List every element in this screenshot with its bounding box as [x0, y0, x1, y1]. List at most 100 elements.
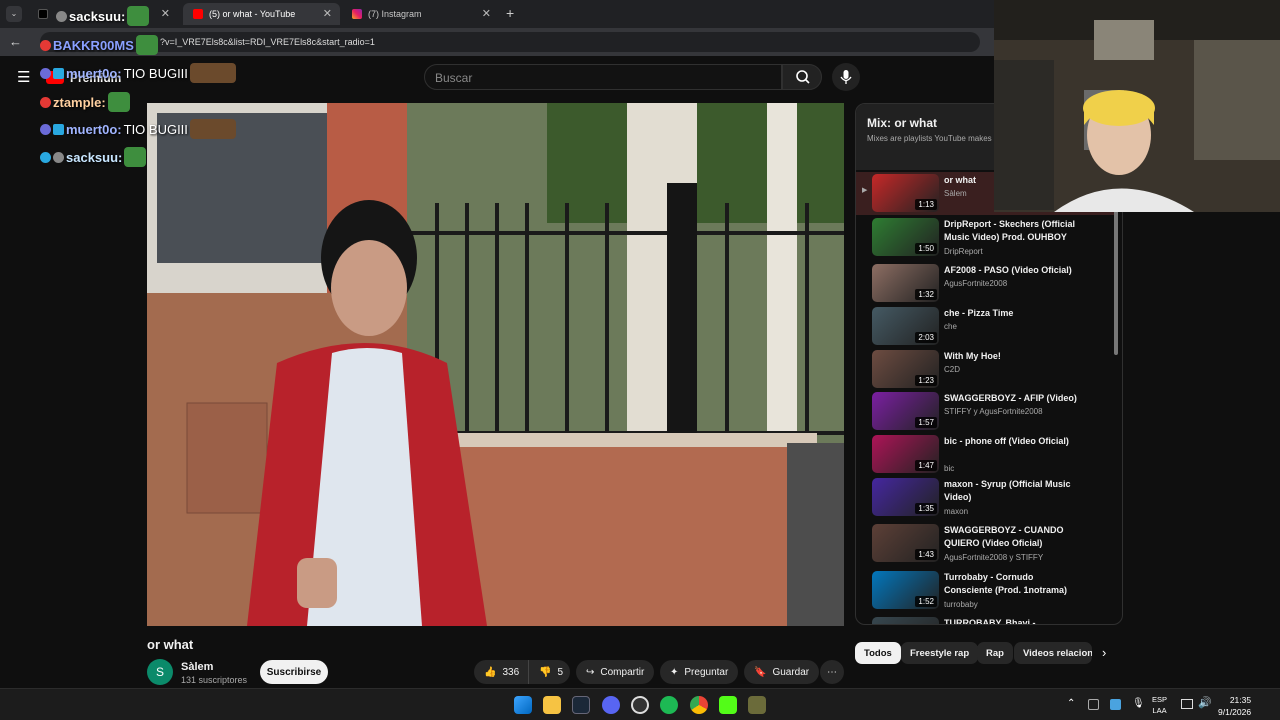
- chat-user: ztample:: [53, 94, 106, 110]
- playlist-thumbnail[interactable]: 1:23: [872, 350, 939, 388]
- spotify-icon[interactable]: [660, 696, 678, 714]
- close-tab-icon[interactable]: ✕: [482, 7, 491, 20]
- playlist-item-title[interactable]: SWAGGERBOYZ - CUANDO QUIERO (Video Ofici…: [944, 524, 1084, 550]
- search-input[interactable]: Buscar: [424, 64, 782, 90]
- playlist-item-channel: turrobaby: [944, 600, 978, 609]
- save-button[interactable]: 🔖 Guardar: [744, 660, 820, 684]
- chip-rap[interactable]: Rap: [977, 642, 1013, 664]
- playlist-item[interactable]: 1:57 SWAGGERBOYZ - AFIP (Video) STIFFY y A…: [856, 390, 1118, 433]
- playlist-item-title[interactable]: DripReport - Skechers (Official Music Vi…: [944, 218, 1084, 244]
- kick-icon[interactable]: [719, 696, 737, 714]
- tab-label: (5) or what - YouTube: [209, 9, 296, 19]
- playlist-item[interactable]: 1:52 Turrobaby - Cornudo Consciente (Prod…: [856, 569, 1118, 612]
- tab-instagram[interactable]: (7) Instagram ✕: [342, 3, 499, 25]
- playlist-item[interactable]: 1:50 DripReport - Skechers (Official Musi…: [856, 216, 1118, 259]
- share-icon: ↪: [586, 666, 595, 678]
- ask-label: Preguntar: [684, 666, 729, 678]
- chrome-icon[interactable]: [690, 696, 708, 714]
- playlist-item-title[interactable]: che - Pizza Time: [944, 307, 1084, 320]
- x-icon: [38, 9, 48, 19]
- app-icon[interactable]: [748, 696, 766, 714]
- close-tab-icon[interactable]: ✕: [323, 7, 332, 20]
- playlist-item-title[interactable]: AF2008 - PASO (Video Oficial): [944, 264, 1084, 277]
- playlist-item[interactable]: 1:32 AF2008 - PASO (Video Oficial) AgusFor…: [856, 262, 1118, 305]
- playlist-thumbnail[interactable]: 1:35: [872, 478, 939, 516]
- playlist-item[interactable]: 1:43 SWAGGERBOYZ - CUANDO QUIERO (Video O…: [856, 522, 1118, 565]
- badge-icon: [56, 10, 67, 22]
- playlist-thumbnail[interactable]: 1:52: [872, 571, 939, 609]
- video-player[interactable]: [147, 103, 844, 626]
- playlist-item-title[interactable]: Turrobaby - Cornudo Consciente (Prod. 1n…: [944, 571, 1084, 597]
- playlist-item-channel: DripReport: [944, 247, 983, 256]
- playlist-thumbnail[interactable]: 1:43: [872, 524, 939, 562]
- search-button[interactable]: [782, 64, 822, 90]
- subscribe-button[interactable]: Suscribirse: [260, 660, 328, 684]
- chip-todos[interactable]: Todos: [855, 642, 901, 664]
- url-text: ?v=I_VRE7Els8c&list=RDI_VRE7Els8c&start_…: [160, 37, 375, 47]
- playlist-item-title[interactable]: TURROBABY, Bhavi -: [944, 617, 1084, 624]
- playlist-thumbnail[interactable]: 1:50: [872, 218, 939, 256]
- playlist-item-channel: C2D: [944, 365, 961, 374]
- dislike-count: 5: [557, 666, 564, 678]
- playlist-thumbnail[interactable]: [872, 617, 939, 624]
- badge-icon: [40, 151, 51, 163]
- menu-icon[interactable]: ☰: [17, 68, 30, 86]
- file-explorer-icon[interactable]: [543, 696, 561, 714]
- chat-user: sacksuu:: [66, 149, 123, 165]
- playlist-item[interactable]: 1:23 With My Hoe! C2D: [856, 348, 1118, 391]
- tray-network-icon[interactable]: [1110, 699, 1121, 710]
- playlist-thumbnail[interactable]: 1:13: [872, 174, 939, 212]
- steam-icon[interactable]: [572, 696, 590, 714]
- chevron-right-icon[interactable]: ›: [1102, 645, 1106, 660]
- system-clock[interactable]: 21:35 9/1/2026: [1218, 694, 1251, 718]
- playlist-item-title[interactable]: With My Hoe!: [944, 350, 1084, 363]
- like-button[interactable]: 👍 336: [474, 660, 528, 684]
- url-field[interactable]: ?v=I_VRE7Els8c&list=RDI_VRE7Els8c&start_…: [40, 32, 980, 52]
- chat-message: BAKKR00MS: [40, 35, 158, 55]
- playlist-item[interactable]: 1:35 maxon - Syrup (Official Music Video)…: [856, 476, 1118, 519]
- share-button[interactable]: ↪ Compartir: [576, 660, 655, 684]
- channel-avatar[interactable]: S: [147, 659, 173, 685]
- new-tab-button[interactable]: +: [506, 5, 514, 21]
- discord-icon[interactable]: [602, 696, 620, 714]
- voice-search-button[interactable]: [832, 63, 860, 91]
- playlist-item-title[interactable]: maxon - Syrup (Official Music Video): [944, 478, 1084, 504]
- obs-icon[interactable]: [631, 696, 649, 714]
- chip-freestyle-rap[interactable]: Freestyle rap: [901, 642, 979, 664]
- playlist-item[interactable]: TURROBABY, Bhavi -: [856, 615, 1118, 624]
- chat-message: sacksuu:: [40, 147, 147, 167]
- playlist-item-title[interactable]: SWAGGERBOYZ - AFIP (Video): [944, 392, 1084, 405]
- volume-icon[interactable]: 🔊: [1198, 696, 1212, 709]
- youtube-icon: [193, 9, 203, 19]
- chat-message: muert0o: TIO BUGIII: [40, 119, 236, 139]
- dislike-button[interactable]: 👎 5: [528, 660, 570, 684]
- playlist-thumbnail[interactable]: 1:47: [872, 435, 939, 473]
- ask-button[interactable]: ✦ Preguntar: [660, 660, 739, 684]
- playlist-thumbnail[interactable]: 1:57: [872, 392, 939, 430]
- tab-search-chevron-icon[interactable]: ⌄: [6, 6, 22, 22]
- more-actions-button[interactable]: ⋯: [820, 660, 844, 684]
- search-icon: [796, 70, 810, 84]
- playlist-item[interactable]: 2:03 che - Pizza Time che: [856, 305, 1118, 348]
- playlist-thumbnail[interactable]: 2:03: [872, 307, 939, 345]
- badge-icon: [40, 123, 51, 135]
- save-label: Guardar: [772, 666, 810, 678]
- more-icon: ⋯: [827, 666, 837, 678]
- playlist-item-title[interactable]: bic - phone off (Video Oficial): [944, 435, 1084, 448]
- tray-mic-icon[interactable]: 🎙: [1132, 698, 1145, 709]
- playlist-item-channel: maxon: [944, 507, 969, 516]
- playlist-thumbnail[interactable]: 1:32: [872, 264, 939, 302]
- tab-youtube[interactable]: (5) or what - YouTube ✕: [183, 3, 340, 25]
- language-indicator[interactable]: ESP LAA: [1152, 694, 1167, 716]
- tray-apps-icon[interactable]: [1088, 699, 1099, 710]
- playlist-item[interactable]: 1:47 bic - phone off (Video Oficial) bic: [856, 433, 1118, 476]
- windows-start-icon[interactable]: [514, 696, 532, 714]
- playlist-scrollbar[interactable]: [1114, 210, 1118, 355]
- channel-name[interactable]: Sàlem: [181, 661, 213, 673]
- display-icon[interactable]: [1181, 699, 1193, 709]
- chip-videos-relacionados[interactable]: Videos relacion: [1014, 642, 1092, 664]
- webcam-frame: [994, 0, 1280, 212]
- close-tab-icon[interactable]: ✕: [161, 7, 170, 20]
- tray-chevron-icon[interactable]: ⌃: [1067, 698, 1075, 709]
- back-arrow-icon[interactable]: ←: [9, 34, 22, 49]
